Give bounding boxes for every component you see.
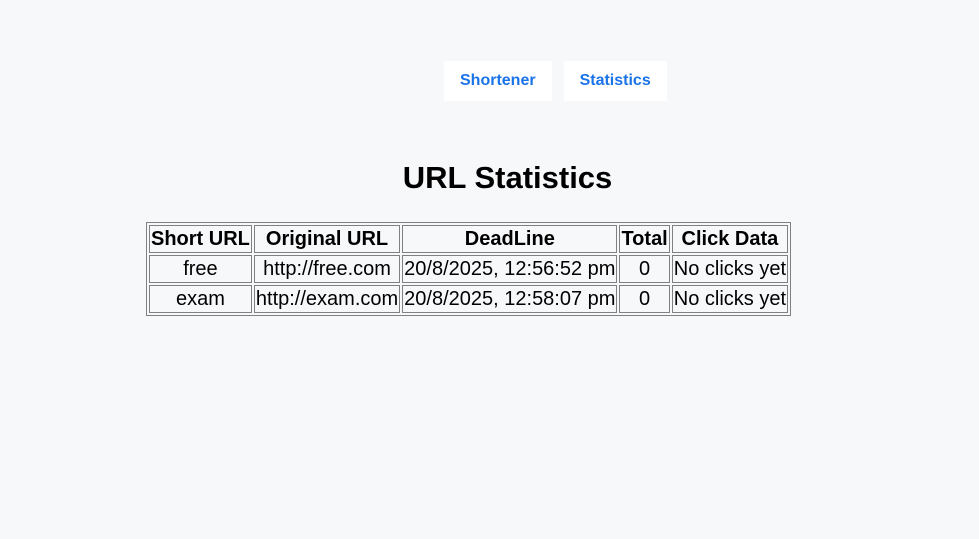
- header-total: Total: [619, 225, 670, 253]
- header-deadline: DeadLine: [402, 225, 618, 253]
- cell-short-url: free: [149, 255, 252, 283]
- table-row: exam http://exam.com 20/8/2025, 12:58:07…: [149, 285, 788, 313]
- shortener-nav-button[interactable]: Shortener: [444, 61, 552, 101]
- table-row: free http://free.com 20/8/2025, 12:56:52…: [149, 255, 788, 283]
- cell-original-url: http://exam.com: [253, 285, 401, 313]
- cell-click-data: No clicks yet: [671, 255, 788, 283]
- stats-table: Short URL Original URL DeadLine Total Cl…: [146, 222, 791, 316]
- header-short-url: Short URL: [149, 225, 252, 253]
- header-click-data: Click Data: [671, 225, 788, 253]
- table-header-row: Short URL Original URL DeadLine Total Cl…: [149, 225, 788, 253]
- cell-click-data: No clicks yet: [671, 285, 788, 313]
- page-title: URL Statistics: [402, 160, 613, 195]
- top-nav: Shortener Statistics: [444, 61, 667, 101]
- cell-total: 0: [619, 255, 670, 283]
- cell-deadline: 20/8/2025, 12:56:52 pm: [402, 255, 618, 283]
- cell-short-url: exam: [149, 285, 252, 313]
- cell-deadline: 20/8/2025, 12:58:07 pm: [402, 285, 618, 313]
- statistics-nav-button[interactable]: Statistics: [563, 61, 667, 101]
- cell-total: 0: [619, 285, 670, 313]
- header-original-url: Original URL: [253, 225, 401, 253]
- cell-original-url: http://free.com: [253, 255, 401, 283]
